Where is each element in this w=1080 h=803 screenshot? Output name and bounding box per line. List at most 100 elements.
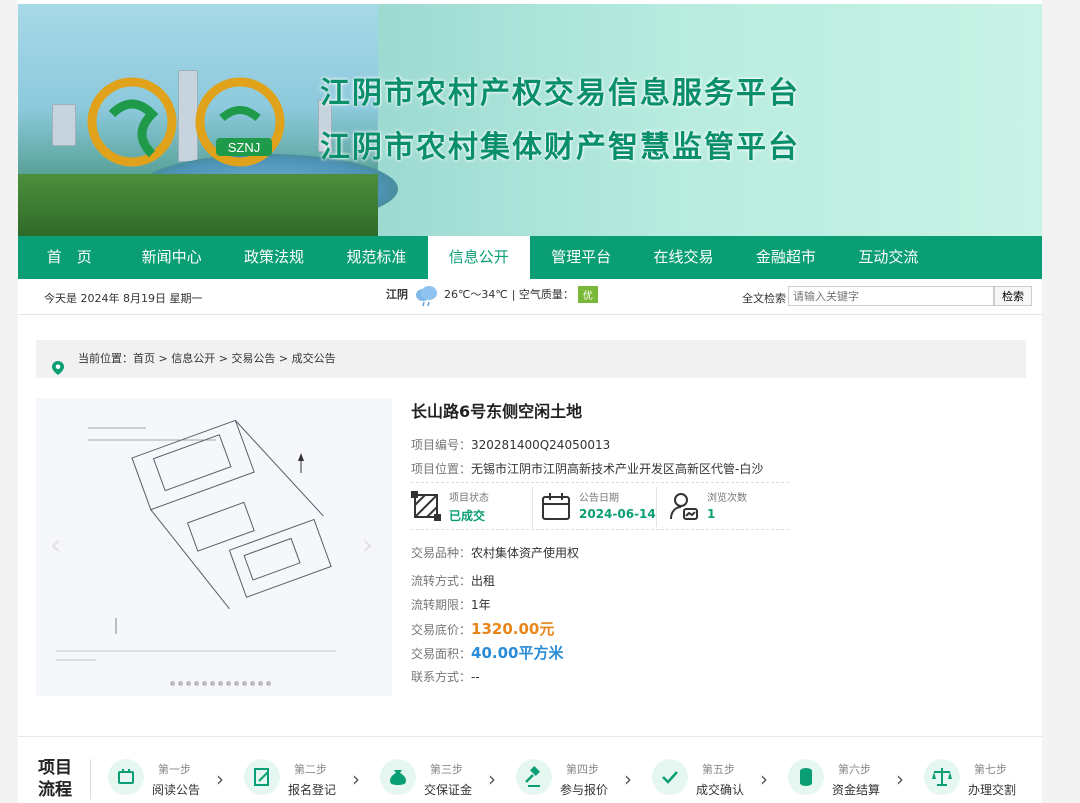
balance-scale-icon	[924, 759, 960, 795]
project-code: 320281400Q24050013	[471, 438, 611, 452]
banner-building	[52, 104, 76, 146]
breadcrumb: 当前位置：首页 > 信息公开 > 交易公告 > 成交公告	[36, 340, 1026, 378]
process-step-7[interactable]: 第七步 办理交割	[924, 755, 1024, 803]
project-title: 长山路6号东侧空闲土地	[411, 402, 583, 421]
status-label: 项目状态	[449, 493, 489, 504]
variety-label: 交易品种：	[411, 546, 472, 560]
process-step-1[interactable]: 第一步 阅读公告	[108, 755, 208, 803]
process-step-number: 第六步	[838, 763, 871, 776]
header-banner: SZNJ 江阴市农村产权交易信息服务平台 江阴市农村集体财产智慧监管平台	[18, 4, 1042, 236]
previous-image-arrow-icon[interactable]: ‹	[50, 528, 61, 561]
process-step-3[interactable]: 第三步 交保证金	[380, 755, 480, 803]
nav-item-interaction[interactable]: 互动交流	[837, 236, 939, 279]
project-process: 项目 流程 第一步 阅读公告 › 第二步 报名登记 › 第三步 交保证金 › 第…	[18, 736, 1042, 803]
platform-subtitle: 江阴市农村集体财产智慧监管平台	[320, 130, 800, 165]
process-step-name: 参与报价	[560, 783, 609, 797]
banner-trees	[18, 174, 378, 236]
search-input[interactable]	[788, 286, 994, 306]
project-stats: 项目状态 已成交 公告日期 2024-06-14 浏览次数 1	[411, 482, 789, 530]
price-label: 交易底价：	[411, 623, 472, 637]
stat-divider	[532, 487, 533, 527]
area-row: 交易面积：40.00平方米	[411, 642, 563, 663]
breadcrumb-text: 当前位置：首页 > 信息公开 > 交易公告 > 成交公告	[78, 352, 336, 365]
term-row: 流转期限：1年	[411, 596, 491, 613]
nav-item-policy[interactable]: 政策法规	[223, 236, 325, 279]
project-location-label: 项目位置：	[411, 462, 472, 476]
platform-logo: SZNJ	[87, 77, 285, 167]
nav-item-news[interactable]: 新闻中心	[120, 236, 222, 279]
area-value: 40.00平方米	[471, 644, 564, 662]
process-step-2[interactable]: 第二步 报名登记	[244, 755, 344, 803]
process-step-number: 第四步	[566, 763, 599, 776]
edit-form-icon	[244, 759, 280, 795]
views-label: 浏览次数	[707, 493, 747, 504]
price-row: 交易底价：1320.00元	[411, 618, 554, 639]
checkmark-icon	[652, 759, 688, 795]
nav-item-trading[interactable]: 在线交易	[632, 236, 734, 279]
nav-item-home[interactable]: 首 页	[18, 236, 120, 279]
chevron-right-icon: ›	[760, 767, 768, 791]
method-row: 流转方式：出租	[411, 572, 495, 589]
process-title-line1: 项目	[38, 758, 72, 778]
logo-lettering: SZNJ	[228, 140, 261, 155]
process-step-number: 第七步	[974, 763, 1007, 776]
project-location: 无锡市江阴市江阴高新技术产业开发区高新区代管-白沙	[471, 462, 764, 476]
project-code-row: 项目编号：320281400Q24050013	[411, 436, 610, 453]
process-step-name: 成交确认	[696, 783, 745, 797]
variety-value: 农村集体资产使用权	[471, 546, 580, 560]
nav-item-info[interactable]: 信息公开	[427, 236, 530, 279]
process-step-name: 交保证金	[424, 783, 473, 797]
search-button[interactable]: 检索	[994, 286, 1032, 306]
money-bag-icon	[380, 759, 416, 795]
weather: 江阴 26℃～34℃ | 空气质量： 优	[386, 285, 598, 307]
nav-item-standards[interactable]: 规范标准	[325, 236, 427, 279]
term-label: 流转期限：	[411, 598, 472, 612]
current-date: 今天是 2024年 8月19日 星期一	[44, 292, 203, 305]
weather-city: 江阴	[386, 288, 408, 301]
user-chart-icon	[669, 491, 699, 524]
contact-label: 联系方式：	[411, 670, 472, 684]
term-value: 1年	[471, 598, 491, 612]
image-pager-dots[interactable]	[170, 681, 271, 686]
process-step-number: 第一步	[158, 763, 191, 776]
method-value: 出租	[471, 574, 496, 588]
process-title: 项目 流程	[38, 757, 72, 801]
gavel-icon	[516, 759, 552, 795]
crop-frame-icon	[411, 491, 441, 524]
next-image-arrow-icon[interactable]: ›	[362, 528, 373, 561]
nav-item-management[interactable]: 管理平台	[530, 236, 632, 279]
chevron-right-icon: ›	[624, 767, 632, 791]
status-value: 已成交	[449, 509, 486, 523]
location-pin-icon	[52, 353, 64, 391]
process-step-6[interactable]: 第六步 资金结算	[788, 755, 888, 803]
project-image[interactable]: ‹ ›	[36, 398, 392, 696]
process-divider	[90, 759, 91, 799]
contact-value: --	[471, 670, 480, 684]
process-step-name: 资金结算	[832, 783, 881, 797]
process-step-number: 第五步	[702, 763, 735, 776]
process-title-line2: 流程	[38, 780, 72, 800]
air-quality-label: | 空气质量：	[511, 288, 574, 301]
calendar-icon	[541, 491, 571, 524]
process-step-5[interactable]: 第五步 成交确认	[652, 755, 752, 803]
contact-row: 联系方式：--	[411, 668, 480, 685]
chevron-right-icon: ›	[216, 767, 224, 791]
platform-title: 江阴市农村产权交易信息服务平台	[320, 76, 800, 111]
chevron-right-icon: ›	[352, 767, 360, 791]
cloud-rain-icon	[414, 285, 438, 307]
site-plan-drawing	[36, 398, 392, 696]
variety-row: 交易品种：农村集体资产使用权	[411, 544, 579, 561]
weather-temperature: 26℃～34℃	[444, 288, 508, 301]
price-value: 1320.00元	[471, 620, 555, 638]
project-code-label: 项目编号：	[411, 438, 472, 452]
briefcase-icon	[108, 759, 144, 795]
chevron-right-icon: ›	[488, 767, 496, 791]
date-value: 2024-06-14	[579, 507, 656, 521]
area-label: 交易面积：	[411, 647, 472, 661]
nav-item-finance[interactable]: 金融超市	[735, 236, 837, 279]
process-step-4[interactable]: 第四步 参与报价	[516, 755, 616, 803]
process-step-number: 第二步	[294, 763, 327, 776]
views-value: 1	[707, 507, 716, 521]
page: SZNJ 江阴市农村产权交易信息服务平台 江阴市农村集体财产智慧监管平台 首 页…	[18, 0, 1042, 803]
stat-divider	[656, 487, 657, 527]
